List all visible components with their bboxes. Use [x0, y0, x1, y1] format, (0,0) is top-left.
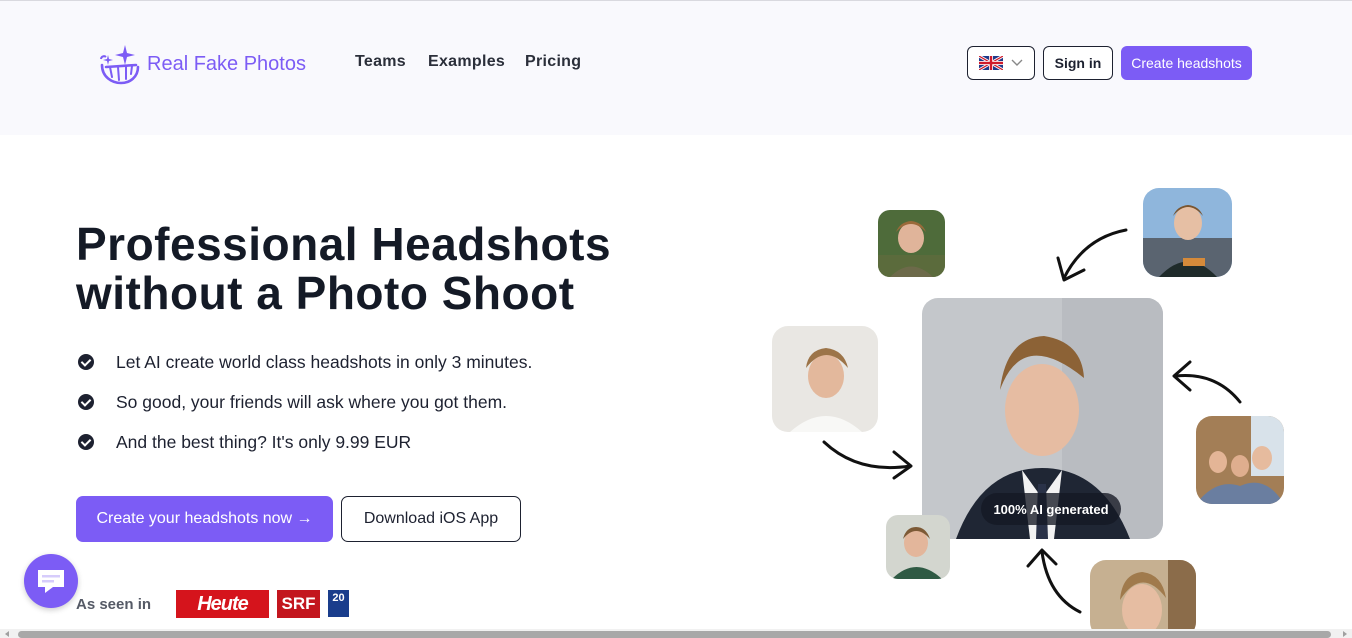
nav-examples[interactable]: Examples — [428, 53, 505, 71]
input-photo-thumbnail — [1143, 188, 1232, 277]
input-photo-thumbnail — [1090, 560, 1196, 638]
scroll-left-icon[interactable] — [5, 631, 9, 637]
as-seen-in-label: As seen in — [76, 596, 152, 613]
check-circle-icon — [78, 434, 94, 450]
logo[interactable]: Real Fake Photos — [98, 43, 306, 85]
nav-pricing[interactable]: Pricing — [525, 53, 581, 71]
feature-item: Let AI create world class headshots in o… — [78, 342, 532, 382]
heute-logo: Heute — [176, 590, 269, 618]
hero-title-line2: without a Photo Shoot — [76, 267, 575, 319]
scrollbar-thumb[interactable] — [18, 631, 1331, 638]
feature-item: And the best thing? It's only 9.99 EUR — [78, 422, 532, 462]
sign-in-button[interactable]: Sign in — [1043, 46, 1113, 80]
input-photo-thumbnail — [878, 210, 945, 277]
arrow-icon — [1026, 548, 1082, 614]
chat-icon — [38, 570, 64, 593]
feature-text: And the best thing? It's only 9.99 EUR — [116, 431, 412, 452]
create-headshots-button[interactable]: Create headshots — [1121, 46, 1252, 80]
logo-icon — [100, 45, 140, 85]
check-circle-icon — [78, 394, 94, 410]
arrow-icon — [1172, 360, 1242, 404]
arrow-icon — [1056, 228, 1128, 282]
create-your-headshots-button[interactable]: Create your headshots now → — [76, 496, 333, 542]
arrow-icon — [822, 440, 913, 480]
check-circle-icon — [78, 354, 94, 370]
logo-text: Real Fake Photos — [147, 52, 306, 75]
input-photo-thumbnail — [1196, 416, 1284, 504]
horizontal-scrollbar[interactable] — [0, 629, 1352, 638]
input-photo-thumbnail — [886, 515, 950, 579]
feature-text: Let AI create world class headshots in o… — [116, 351, 533, 372]
language-selector[interactable] — [967, 46, 1035, 80]
uk-flag-icon — [979, 56, 1003, 70]
scroll-right-icon[interactable] — [1343, 631, 1347, 637]
feature-list: Let AI create world class headshots in o… — [78, 342, 532, 462]
download-ios-app-button[interactable]: Download iOS App — [341, 496, 521, 542]
chat-button[interactable] — [24, 554, 78, 608]
hero-title-line1: Professional Headshots — [76, 218, 612, 270]
ai-generated-badge: 100% AI generated — [981, 493, 1121, 525]
nav-teams[interactable]: Teams — [355, 53, 406, 71]
srf-logo: SRF — [277, 590, 320, 618]
chevron-down-icon — [1011, 59, 1023, 66]
feature-item: So good, your friends will ask where you… — [78, 382, 532, 422]
site-header: Real Fake Photos Teams Examples Pricing … — [0, 1, 1352, 135]
hero-title: Professional Headshots without a Photo S… — [76, 220, 611, 318]
input-photo-thumbnail — [772, 326, 878, 432]
feature-text: So good, your friends will ask where you… — [116, 391, 508, 412]
20-minuten-logo: 20 — [328, 590, 349, 617]
